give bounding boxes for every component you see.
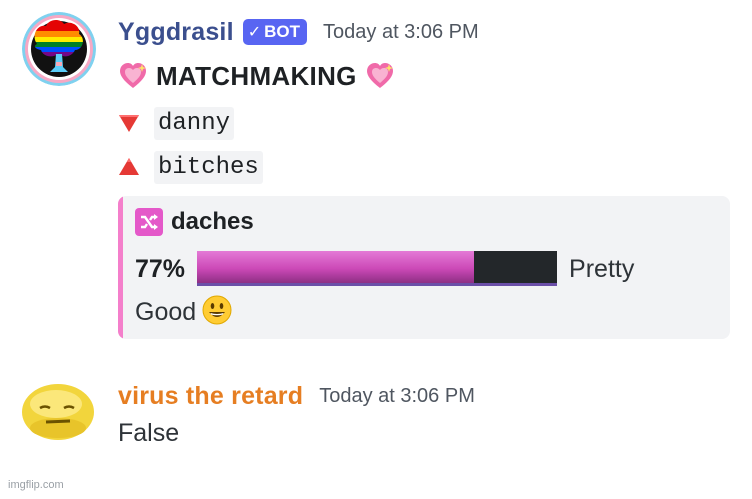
rating-word-2: Good	[135, 298, 197, 326]
bot-badge: ✓ BOT	[242, 19, 308, 45]
message-yggdrasil: Yggdrasil ✓ BOT Today at 3:06 PM MATCHMA…	[0, 0, 752, 350]
username[interactable]: Yggdrasil	[118, 18, 234, 47]
message-virus: virus the retard Today at 3:06 PM False	[0, 350, 752, 470]
message-header: Yggdrasil ✓ BOT Today at 3:06 PM	[118, 14, 479, 50]
red-down-triangle-icon	[119, 115, 139, 132]
sparkling-heart-icon	[120, 63, 146, 88]
match-progress-bar	[197, 251, 558, 287]
watermark: imgflip.com	[8, 479, 64, 491]
embed-header: daches	[135, 208, 254, 236]
message-text: False	[118, 418, 180, 447]
match-percent: 77%	[135, 255, 186, 283]
message-header: virus the retard Today at 3:06 PM	[118, 378, 475, 414]
match-progress-fill	[197, 251, 475, 284]
embed-title: daches	[171, 208, 254, 235]
code-name-2: bitches	[154, 150, 263, 184]
code-name-1: danny	[154, 106, 235, 140]
message-title: MATCHMAKING	[156, 60, 357, 91]
progress-underline	[197, 283, 558, 287]
embed-accent-bar	[118, 196, 123, 339]
sparkling-heart-icon	[366, 63, 393, 88]
bot-badge-label: BOT	[264, 22, 301, 41]
expressionless-blob-icon	[22, 384, 94, 440]
rainbow-tree-icon	[22, 12, 96, 86]
grinning-face-icon	[202, 295, 232, 325]
username[interactable]: virus the retard	[118, 382, 303, 411]
message-title-line: MATCHMAKING	[118, 58, 395, 94]
list-item: danny	[118, 106, 235, 140]
avatar[interactable]	[22, 12, 96, 86]
rating-word-1: Pretty	[569, 255, 635, 283]
avatar[interactable]	[20, 372, 96, 448]
timestamp[interactable]: Today at 3:06 PM	[323, 21, 479, 44]
red-up-triangle-icon	[119, 158, 139, 175]
embed: daches 77% Pretty Good	[118, 196, 730, 339]
timestamp[interactable]: Today at 3:06 PM	[319, 385, 475, 408]
embed-description: 77% Pretty Good	[135, 248, 715, 334]
checkmark-icon: ✓	[247, 24, 262, 41]
list-item: bitches	[118, 150, 263, 184]
shuffle-icon	[135, 208, 163, 236]
message-content: False	[118, 416, 179, 450]
